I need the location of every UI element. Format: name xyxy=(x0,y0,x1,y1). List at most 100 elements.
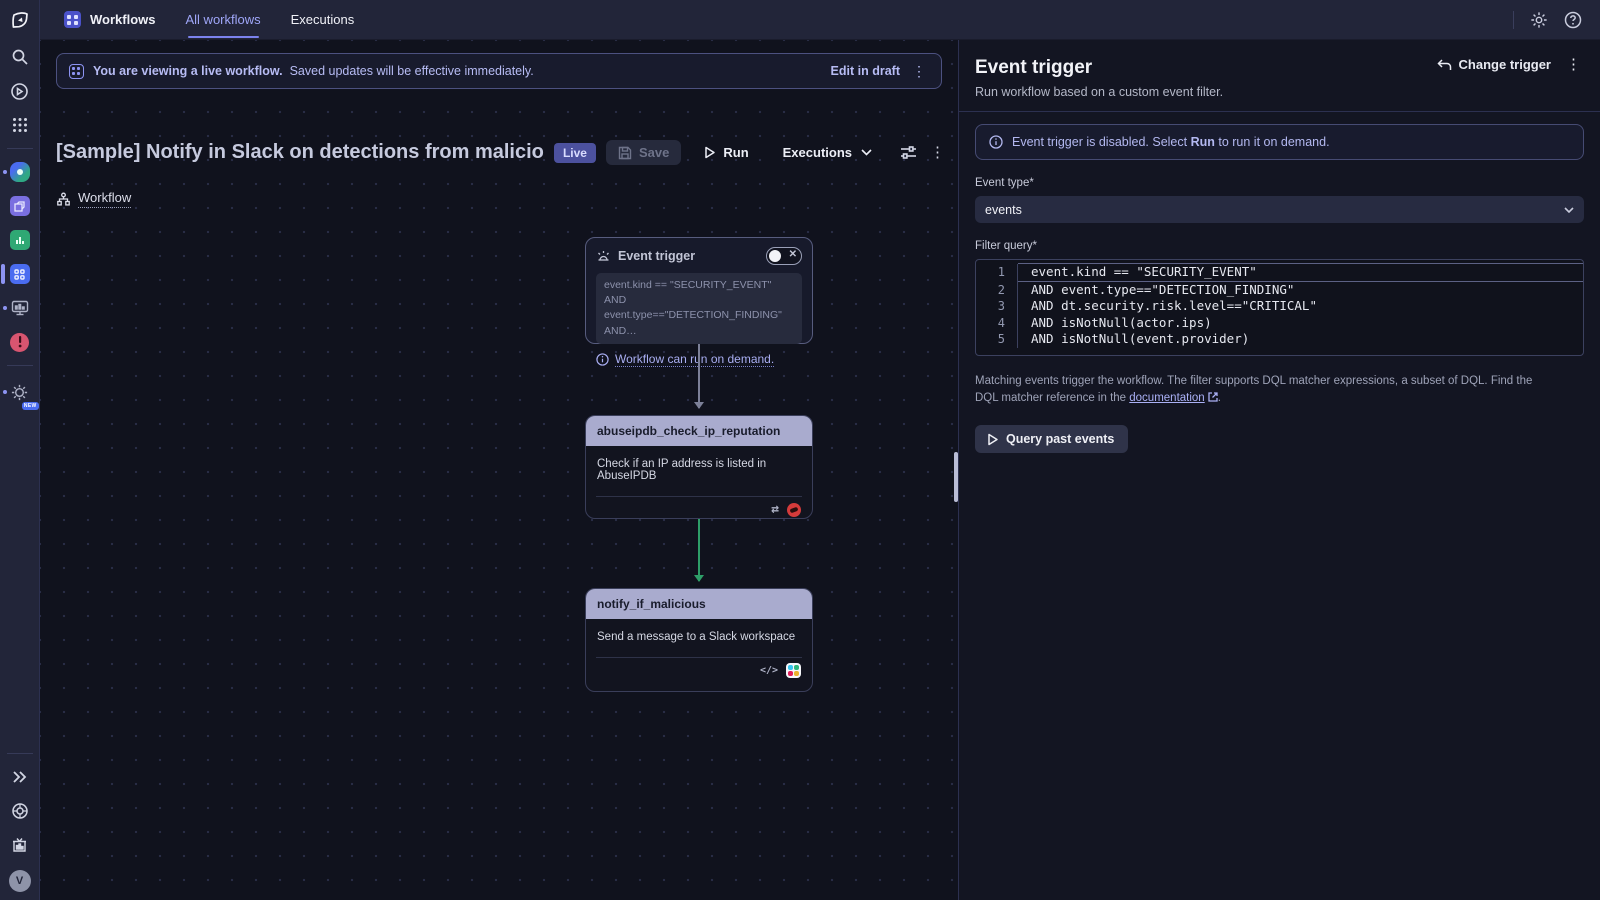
trigger-node-title: Event trigger xyxy=(618,249,695,263)
run-on-demand-link[interactable]: Workflow can run on demand. xyxy=(615,352,774,367)
event-type-select[interactable]: events xyxy=(975,196,1584,223)
panel-kebab-menu-icon[interactable]: ⋮ xyxy=(1563,57,1584,72)
settings-gear-icon[interactable] xyxy=(1530,11,1548,29)
editor-line[interactable]: 2AND event.type=="DETECTION_FINDING" xyxy=(976,282,1583,299)
executions-dropdown[interactable]: Executions xyxy=(771,140,884,165)
filter-query-editor[interactable]: 1event.kind == "SECURITY_EVENT"2AND even… xyxy=(975,259,1584,356)
slack-logo-icon xyxy=(786,663,801,678)
rail-divider xyxy=(7,365,33,366)
code-line[interactable]: AND dt.security.risk.level=="CRITICAL" xyxy=(1018,298,1583,315)
search-icon[interactable] xyxy=(0,40,40,74)
workflow-title: [Sample] Notify in Slack on detections f… xyxy=(56,141,544,164)
workflows-app-badge-icon xyxy=(64,11,81,28)
loop-icon: ⇄ xyxy=(771,502,779,517)
tab-workflows[interactable]: Workflows xyxy=(90,12,156,27)
documentation-link[interactable]: documentation xyxy=(1129,392,1204,404)
user-avatar[interactable]: V xyxy=(0,862,40,900)
banner-text: You are viewing a live workflow. Saved u… xyxy=(93,64,534,78)
workflow-kebab-menu-icon[interactable]: ⋮ xyxy=(927,145,948,160)
new-badge: NEW xyxy=(22,402,39,410)
edge-trigger-to-task1 xyxy=(698,344,700,408)
save-button[interactable]: Save xyxy=(606,140,681,165)
app-rail: NEW V xyxy=(0,0,40,900)
siren-icon xyxy=(596,250,611,263)
task-node-slack-notify[interactable]: notify_if_malicious Send a message to a … xyxy=(585,588,813,692)
sidebar-item-services-app[interactable] xyxy=(0,189,40,223)
code-line[interactable]: AND isNotNull(event.provider) xyxy=(1018,331,1583,348)
workflow-view-tab[interactable]: Workflow xyxy=(56,190,131,208)
rail-divider xyxy=(7,148,33,149)
sidebar-item-kubernetes-app[interactable] xyxy=(0,155,40,189)
active-indicator xyxy=(1,264,5,284)
code-icon: </> xyxy=(760,665,778,676)
external-link-icon xyxy=(1208,391,1218,409)
editor-line[interactable]: 4AND isNotNull(actor.ips) xyxy=(976,315,1583,332)
divider xyxy=(1513,11,1514,29)
info-icon xyxy=(989,135,1003,149)
event-trigger-panel: Event trigger Change trigger ⋮ Run workf… xyxy=(958,40,1600,900)
tab-all-workflows[interactable]: All workflows xyxy=(186,12,261,27)
trigger-enabled-toggle[interactable]: ✕ xyxy=(766,247,802,265)
problems-app-icon xyxy=(10,333,29,352)
panel-subtitle: Run workflow based on a custom event fil… xyxy=(975,85,1584,99)
tab-executions[interactable]: Executions xyxy=(291,12,355,27)
chevron-down-icon xyxy=(1564,207,1574,213)
event-type-value: events xyxy=(985,203,1022,217)
notification-dot xyxy=(3,306,7,310)
code-line[interactable]: AND isNotNull(actor.ips) xyxy=(1018,315,1583,332)
task-name: notify_if_malicious xyxy=(586,589,812,619)
quick-launch-icon[interactable] xyxy=(0,74,40,108)
help-icon[interactable] xyxy=(1564,11,1582,29)
event-trigger-node[interactable]: Event trigger ✕ event.kind == "SECURITY_… xyxy=(585,237,813,344)
divider xyxy=(959,111,1600,112)
change-trigger-button[interactable]: Change trigger xyxy=(1437,57,1551,72)
play-icon xyxy=(986,433,999,446)
line-number: 5 xyxy=(976,331,1018,348)
code-line[interactable]: AND event.type=="DETECTION_FINDING" xyxy=(1018,282,1583,299)
trigger-disabled-infobox: Event trigger is disabled. Select Run to… xyxy=(975,124,1584,160)
panel-resize-handle[interactable] xyxy=(954,452,958,502)
live-status-badge: Live xyxy=(554,143,596,163)
sidebar-item-metrics-app[interactable] xyxy=(0,223,40,257)
workflow-graph-icon xyxy=(56,192,71,207)
banner-kebab-menu-icon[interactable]: ⋮ xyxy=(909,64,929,78)
whats-new-icon[interactable] xyxy=(0,828,40,862)
editor-line[interactable]: 1event.kind == "SECURITY_EVENT" xyxy=(976,264,1583,282)
services-app-icon xyxy=(10,196,30,216)
sidebar-item-settings-app[interactable]: NEW xyxy=(0,372,40,412)
filter-query-label: Filter query* xyxy=(975,240,1584,252)
metrics-app-icon xyxy=(10,230,30,250)
rail-divider xyxy=(7,753,33,754)
task-description: Send a message to a Slack workspace xyxy=(586,619,812,651)
dynatrace-logo[interactable] xyxy=(0,0,40,40)
workflow-toolbar: [Sample] Notify in Slack on detections f… xyxy=(56,140,948,165)
workflow-canvas[interactable]: You are viewing a live workflow. Saved u… xyxy=(40,40,958,900)
sidebar-item-dashboards-app[interactable] xyxy=(0,291,40,325)
abuseipdb-logo-icon xyxy=(787,503,801,517)
expand-rail-icon[interactable] xyxy=(0,760,40,794)
editor-line[interactable]: 5AND isNotNull(event.provider) xyxy=(976,331,1583,348)
code-line[interactable]: event.kind == "SECURITY_EVENT" xyxy=(1018,263,1583,282)
workflow-grid-icon xyxy=(69,64,84,79)
line-number: 4 xyxy=(976,315,1018,332)
top-navigation-bar: Workflows All workflows Executions xyxy=(40,0,1600,40)
apps-grid-icon[interactable] xyxy=(0,108,40,142)
run-button[interactable]: Run xyxy=(691,140,760,165)
sidebar-item-workflows-app[interactable] xyxy=(0,257,40,291)
line-number: 3 xyxy=(976,298,1018,315)
editor-line[interactable]: 3AND dt.security.risk.level=="CRITICAL" xyxy=(976,298,1583,315)
task-name: abuseipdb_check_ip_reputation xyxy=(586,416,812,446)
workflow-settings-sliders-icon[interactable] xyxy=(900,145,917,160)
support-lifebuoy-icon[interactable] xyxy=(0,794,40,828)
live-workflow-banner: You are viewing a live workflow. Saved u… xyxy=(56,53,942,89)
edge-task1-to-task2 xyxy=(698,519,700,581)
edit-in-draft-button[interactable]: Edit in draft xyxy=(831,64,900,78)
notification-dot xyxy=(3,170,7,174)
query-past-events-button[interactable]: Query past events xyxy=(975,425,1128,453)
workflows-app-icon xyxy=(10,264,30,284)
sidebar-item-problems-app[interactable] xyxy=(0,325,40,359)
task-node-abuseipdb[interactable]: abuseipdb_check_ip_reputation Check if a… xyxy=(585,415,813,519)
filter-help-text: Matching events trigger the workflow. Th… xyxy=(975,373,1555,410)
notification-dot xyxy=(3,390,7,394)
line-number: 2 xyxy=(976,282,1018,299)
